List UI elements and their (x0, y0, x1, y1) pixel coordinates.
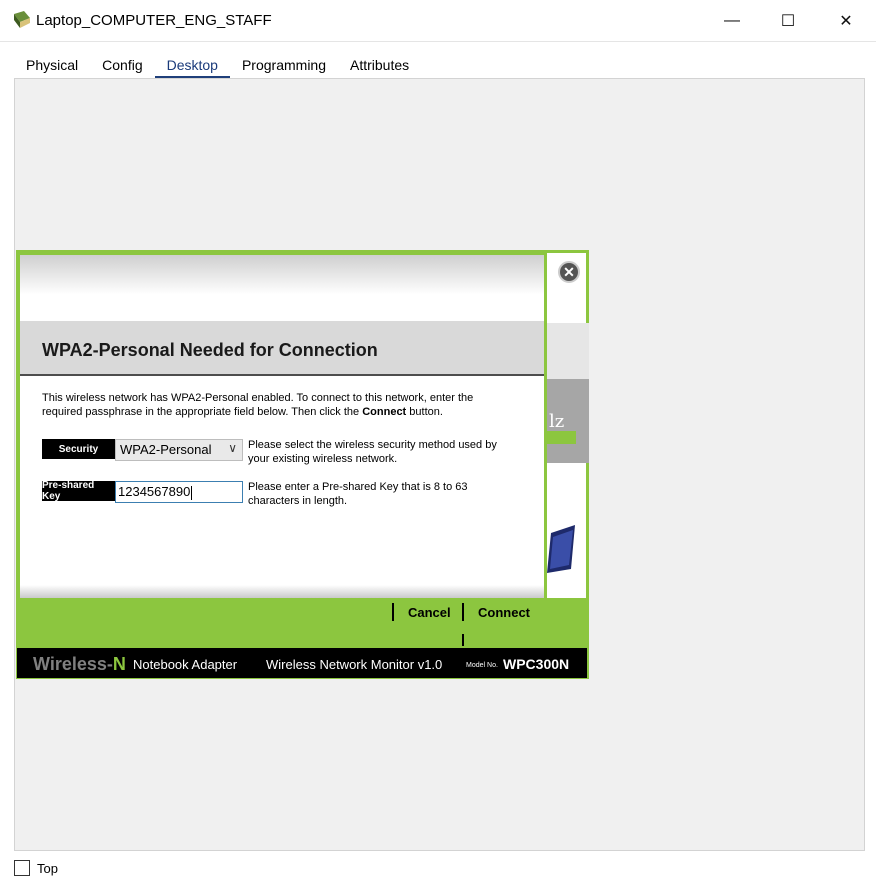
bg-partial-text: lz (549, 411, 565, 432)
preshared-key-value: 1234567890 (118, 484, 191, 499)
bg-signal-strip (546, 431, 576, 444)
bg-header-band (546, 323, 589, 379)
monitor-version: Wireless Network Monitor v1.0 (266, 657, 443, 672)
divider (462, 634, 464, 646)
tab-programming[interactable]: Programming (230, 52, 338, 78)
minimize-icon: — (724, 12, 740, 29)
close-icon: ✕ (839, 13, 853, 30)
title-bar: Laptop_COMPUTER_ENG_STAFF — ☐ ✕ (0, 0, 876, 42)
tab-desktop[interactable]: Desktop (154, 52, 231, 79)
chevron-down-icon: ∨ (228, 441, 237, 455)
cancel-button[interactable]: Cancel (392, 603, 451, 625)
minimize-button[interactable]: — (710, 6, 754, 36)
laptop-app-icon (14, 11, 30, 28)
dialog-header: WPA2-Personal Needed for Connection (20, 321, 544, 376)
logo-wireless: Wireless- (33, 654, 113, 674)
dialog-top-gradient (20, 255, 544, 321)
logo-n: N (112, 654, 126, 674)
security-label: Security (42, 439, 115, 459)
window-title: Laptop_COMPUTER_ENG_STAFF (36, 12, 272, 29)
close-circle-icon: ✕ (563, 264, 575, 280)
wpa2-dialog: WPA2-Personal Needed for Connection This… (17, 252, 547, 601)
brand-bar: Wireless-N Notebook Adapter Wireless Net… (17, 648, 587, 678)
tab-config[interactable]: Config (90, 52, 154, 78)
product-name: Notebook Adapter (133, 657, 238, 672)
text-caret (191, 485, 193, 500)
tab-physical[interactable]: Physical (14, 52, 90, 78)
laptop-image (547, 525, 575, 573)
model-number: WPC300N (503, 656, 570, 672)
preshared-label: Pre-shared Key (42, 480, 115, 502)
intro-text-2: button. (406, 406, 443, 418)
dialog-intro-text: This wireless network has WPA2-Personal … (42, 391, 512, 419)
preshared-help: Please enter a Pre-shared Key that is 8 … (248, 481, 468, 507)
tab-bar: Physical Config Desktop Programming Attr… (14, 52, 422, 79)
action-bar: Cancel Connect (17, 598, 587, 648)
tab-attributes[interactable]: Attributes (338, 52, 421, 78)
maximize-button[interactable]: ☐ (766, 6, 810, 36)
security-select[interactable]: WPA2-Personal ∨ (115, 439, 243, 461)
wireless-n-logo: Wireless-N (33, 654, 126, 675)
security-help: Please select the wireless security meth… (248, 439, 497, 465)
top-checkbox-label: Top (37, 861, 58, 876)
dialog-heading: WPA2-Personal Needed for Connection (42, 340, 378, 360)
top-checkbox[interactable] (14, 860, 30, 876)
intro-text-bold: Connect (362, 406, 407, 418)
close-window-button[interactable]: ✕ (824, 6, 868, 36)
bg-close-button[interactable]: ✕ (558, 261, 580, 283)
maximize-icon: ☐ (780, 13, 796, 30)
security-value: WPA2-Personal (120, 442, 212, 457)
model-no-label: Model No. (466, 662, 498, 669)
connect-button[interactable]: Connect (462, 603, 530, 625)
preshared-key-input[interactable]: 1234567890 (115, 481, 243, 503)
